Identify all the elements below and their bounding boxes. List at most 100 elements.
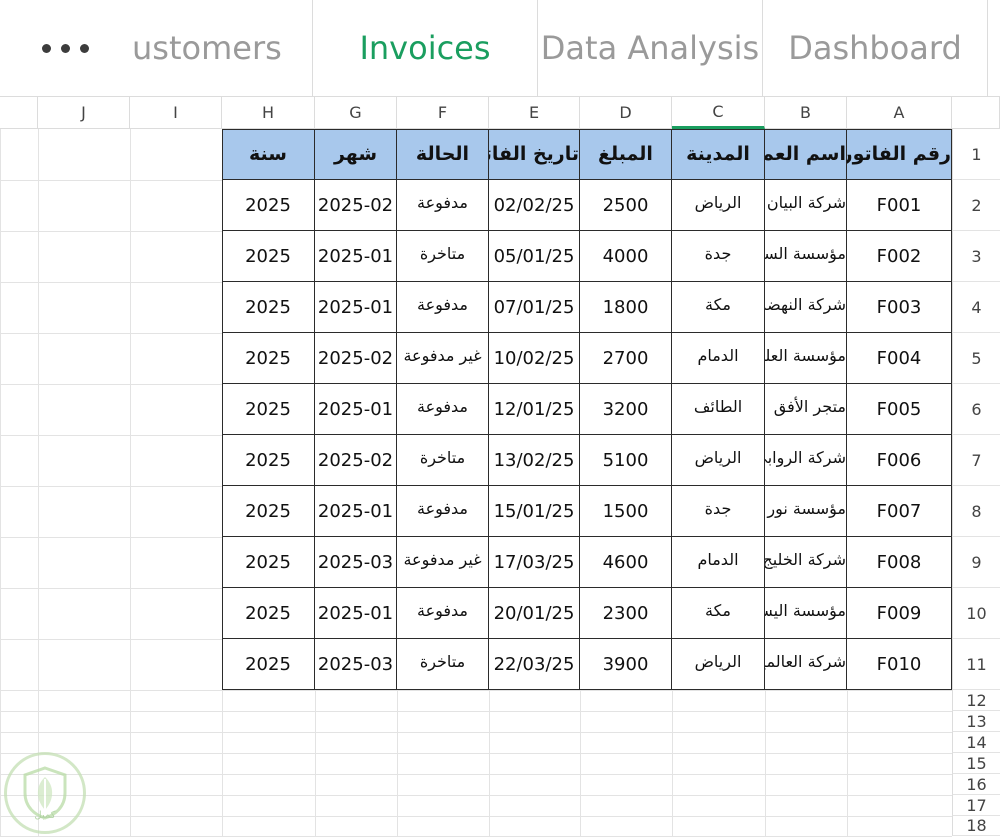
table-cell-b[interactable]: شركة النهضة: [765, 282, 847, 333]
row-header-10[interactable]: 10: [952, 588, 1000, 639]
table-cell-e[interactable]: 22/03/25: [489, 639, 580, 690]
column-header-d[interactable]: D: [580, 97, 672, 129]
table-cell-h[interactable]: 2025: [222, 639, 315, 690]
table-cell-b[interactable]: مؤسسة العلي: [765, 333, 847, 384]
table-cell-f[interactable]: مدفوعة: [397, 588, 489, 639]
table-cell-d[interactable]: 2500: [580, 180, 672, 231]
table-cell-c[interactable]: جدة: [672, 486, 765, 537]
table-cell-e[interactable]: 07/01/25: [489, 282, 580, 333]
table-cell-f[interactable]: متاخرة: [397, 231, 489, 282]
row-header-7[interactable]: 7: [952, 435, 1000, 486]
row-header-9[interactable]: 9: [952, 537, 1000, 588]
table-cell-h[interactable]: 2025: [222, 333, 315, 384]
table-cell-g[interactable]: 2025-01: [315, 588, 397, 639]
table-cell-d[interactable]: 1500: [580, 486, 672, 537]
row-header-1[interactable]: 1: [952, 129, 1000, 180]
tab-dashboard[interactable]: Dashboard: [762, 0, 987, 96]
table-header-f[interactable]: الحالة: [397, 129, 489, 180]
table-cell-g[interactable]: 2025-01: [315, 282, 397, 333]
table-cell-e[interactable]: 12/01/25: [489, 384, 580, 435]
table-cell-e[interactable]: 02/02/25: [489, 180, 580, 231]
table-cell-g[interactable]: 2025-01: [315, 486, 397, 537]
row-header-6[interactable]: 6: [952, 384, 1000, 435]
row-header-14[interactable]: 14: [952, 732, 1000, 753]
table-cell-e[interactable]: 10/02/25: [489, 333, 580, 384]
table-cell-e[interactable]: 15/01/25: [489, 486, 580, 537]
table-cell-e[interactable]: 05/01/25: [489, 231, 580, 282]
table-cell-a[interactable]: F010: [847, 639, 952, 690]
table-cell-e[interactable]: 13/02/25: [489, 435, 580, 486]
table-cell-b[interactable]: متجر الأفق: [765, 384, 847, 435]
table-cell-a[interactable]: F006: [847, 435, 952, 486]
row-header-11[interactable]: 11: [952, 639, 1000, 690]
table-cell-b[interactable]: شركة الروابي: [765, 435, 847, 486]
table-cell-d[interactable]: 4600: [580, 537, 672, 588]
row-header-8[interactable]: 8: [952, 486, 1000, 537]
table-cell-g[interactable]: 2025-02: [315, 435, 397, 486]
table-cell-c[interactable]: الرياض: [672, 180, 765, 231]
table-cell-g[interactable]: 2025-02: [315, 333, 397, 384]
table-cell-b[interactable]: شركة البيان: [765, 180, 847, 231]
table-cell-h[interactable]: 2025: [222, 282, 315, 333]
table-cell-f[interactable]: مدفوعة: [397, 180, 489, 231]
table-header-c[interactable]: المدينة: [672, 129, 765, 180]
table-cell-g[interactable]: 2025-01: [315, 384, 397, 435]
table-cell-g[interactable]: 2025-03: [315, 639, 397, 690]
column-header-a[interactable]: A: [847, 97, 952, 129]
column-header-j[interactable]: J: [38, 97, 130, 129]
row-header-16[interactable]: 16: [952, 774, 1000, 795]
table-cell-h[interactable]: 2025: [222, 486, 315, 537]
table-cell-d[interactable]: 2700: [580, 333, 672, 384]
table-cell-d[interactable]: 4000: [580, 231, 672, 282]
table-cell-d[interactable]: 5100: [580, 435, 672, 486]
table-cell-d[interactable]: 3200: [580, 384, 672, 435]
table-cell-b[interactable]: مؤسسة اليسر: [765, 588, 847, 639]
table-cell-h[interactable]: 2025: [222, 537, 315, 588]
table-cell-h[interactable]: 2025: [222, 588, 315, 639]
table-cell-f[interactable]: غير مدفوعة: [397, 333, 489, 384]
column-header-b[interactable]: B: [765, 97, 847, 129]
table-cell-c[interactable]: الرياض: [672, 639, 765, 690]
table-cell-d[interactable]: 3900: [580, 639, 672, 690]
row-header-18[interactable]: 18: [952, 816, 1000, 836]
row-header-12[interactable]: 12: [952, 690, 1000, 711]
table-cell-c[interactable]: الدمام: [672, 333, 765, 384]
column-header-h[interactable]: H: [222, 97, 315, 129]
table-cell-f[interactable]: مدفوعة: [397, 282, 489, 333]
row-header-5[interactable]: 5: [952, 333, 1000, 384]
table-cell-a[interactable]: F001: [847, 180, 952, 231]
column-header-c[interactable]: C: [672, 97, 765, 129]
table-cell-a[interactable]: F002: [847, 231, 952, 282]
table-cell-b[interactable]: مؤسسة السالم: [765, 231, 847, 282]
table-cell-e[interactable]: 20/01/25: [489, 588, 580, 639]
table-cell-f[interactable]: متاخرة: [397, 435, 489, 486]
column-header-g[interactable]: G: [315, 97, 397, 129]
table-header-g[interactable]: شهر: [315, 129, 397, 180]
table-cell-a[interactable]: F005: [847, 384, 952, 435]
table-header-b[interactable]: اسم العميل: [765, 129, 847, 180]
table-cell-f[interactable]: مدفوعة: [397, 384, 489, 435]
row-header-2[interactable]: 2: [952, 180, 1000, 231]
table-header-a[interactable]: رقم الفاتورة: [847, 129, 952, 180]
table-cell-d[interactable]: 1800: [580, 282, 672, 333]
table-cell-e[interactable]: 17/03/25: [489, 537, 580, 588]
table-cell-g[interactable]: 2025-02: [315, 180, 397, 231]
table-cell-a[interactable]: F008: [847, 537, 952, 588]
table-cell-d[interactable]: 2300: [580, 588, 672, 639]
table-cell-c[interactable]: مكة: [672, 588, 765, 639]
table-cell-a[interactable]: F007: [847, 486, 952, 537]
table-header-h[interactable]: سنة: [222, 129, 315, 180]
row-header-15[interactable]: 15: [952, 753, 1000, 774]
table-cell-c[interactable]: الرياض: [672, 435, 765, 486]
table-cell-h[interactable]: 2025: [222, 435, 315, 486]
table-header-e[interactable]: تاريخ الفاتورة: [489, 129, 580, 180]
table-cell-f[interactable]: متاخرة: [397, 639, 489, 690]
table-cell-a[interactable]: F003: [847, 282, 952, 333]
table-cell-h[interactable]: 2025: [222, 384, 315, 435]
table-header-d[interactable]: المبلغ: [580, 129, 672, 180]
table-cell-g[interactable]: 2025-01: [315, 231, 397, 282]
table-cell-h[interactable]: 2025: [222, 180, 315, 231]
table-cell-b[interactable]: شركة العالمية: [765, 639, 847, 690]
column-header-i[interactable]: I: [130, 97, 222, 129]
row-header-4[interactable]: 4: [952, 282, 1000, 333]
